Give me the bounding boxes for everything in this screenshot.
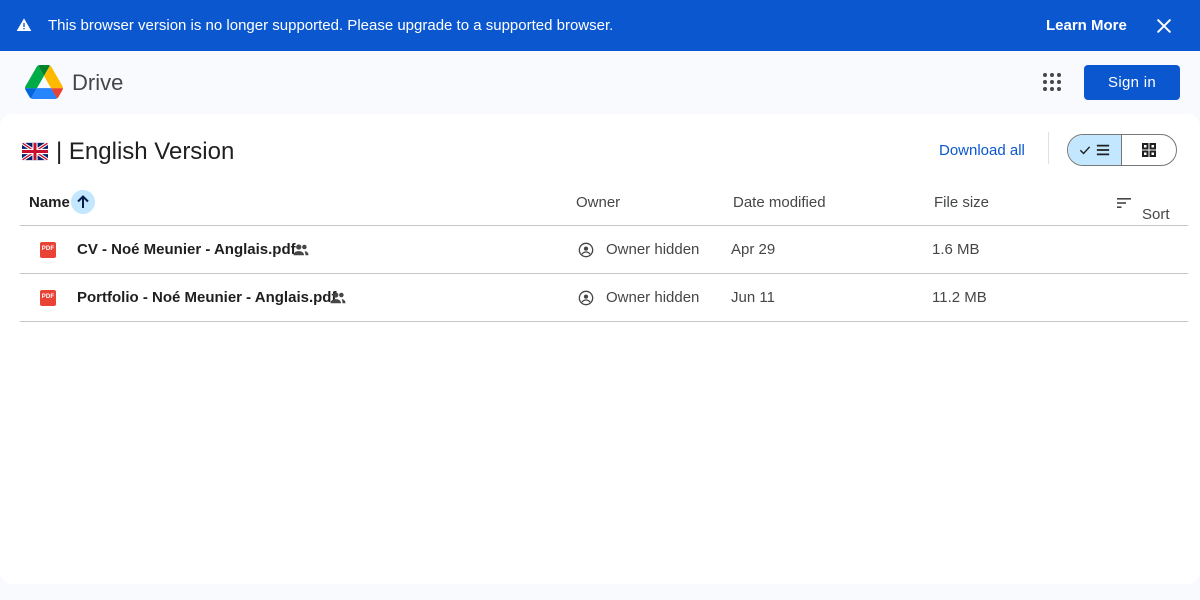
owner-column-header: Owner	[576, 194, 621, 211]
file-name[interactable]: Portfolio - Noé Meunier - Anglais.pdf	[77, 289, 336, 307]
main-panel: | English Version Download all Name Owne…	[0, 114, 1200, 584]
name-column-header[interactable]: Name	[29, 194, 70, 212]
close-icon[interactable]	[1154, 16, 1174, 36]
table-row[interactable]: PDF Portfolio - Noé Meunier - Anglais.pd…	[20, 274, 1188, 322]
table-header: Name Owner Date modified File size Sort	[20, 180, 1188, 226]
file-size-value: 11.2 MB	[932, 289, 987, 306]
banner-message: This browser version is no longer suppor…	[48, 17, 614, 34]
table-row[interactable]: PDF CV - Noé Meunier - Anglais.pdf Owner…	[20, 226, 1188, 274]
folder-title: | English Version	[56, 138, 235, 165]
file-type-badge: PDF	[41, 294, 55, 300]
uk-flag-icon	[22, 142, 48, 161]
unsupported-browser-banner: This browser version is no longer suppor…	[0, 0, 1200, 51]
shared-people-icon	[330, 292, 346, 304]
grid-icon	[1142, 143, 1156, 157]
shared-people-icon	[293, 244, 309, 256]
account-circle-icon	[578, 242, 594, 258]
view-toggle	[1067, 134, 1177, 166]
google-drive-logo[interactable]	[25, 65, 63, 99]
divider	[1048, 132, 1049, 164]
download-all-button[interactable]: Download all	[939, 141, 1025, 161]
sign-in-button[interactable]: Sign in	[1084, 65, 1180, 100]
date-modified-column-header[interactable]: Date modified	[733, 194, 826, 212]
file-type-badge: PDF	[41, 246, 55, 252]
sort-label: Sort	[1142, 206, 1170, 223]
brand-name: Drive	[72, 70, 124, 95]
file-size-value: 1.6 MB	[932, 241, 980, 258]
owner-value: Owner hidden	[606, 289, 700, 306]
date-value: Apr 29	[731, 241, 776, 258]
list-icon	[1096, 144, 1110, 156]
check-icon	[1079, 146, 1091, 155]
apps-grid-icon[interactable]	[1042, 72, 1062, 92]
learn-more-link[interactable]: Learn More	[1046, 16, 1127, 36]
file-name[interactable]: CV - Noé Meunier - Anglais.pdf	[77, 241, 296, 259]
top-bar: Drive Sign in	[0, 51, 1200, 114]
file-size-column-header[interactable]: File size	[934, 194, 989, 212]
owner-value: Owner hidden	[606, 241, 700, 258]
date-value: Jun 11	[731, 289, 775, 306]
warning-icon	[16, 18, 32, 31]
sort-ascending-arrow-icon[interactable]	[71, 190, 95, 214]
account-circle-icon	[578, 290, 594, 306]
sort-button[interactable]: Sort	[1116, 192, 1176, 223]
sort-icon	[1117, 198, 1131, 208]
pdf-file-icon: PDF	[40, 242, 56, 258]
grid-view-button[interactable]	[1122, 135, 1176, 165]
pdf-file-icon: PDF	[40, 290, 56, 306]
list-view-button[interactable]	[1068, 135, 1123, 165]
